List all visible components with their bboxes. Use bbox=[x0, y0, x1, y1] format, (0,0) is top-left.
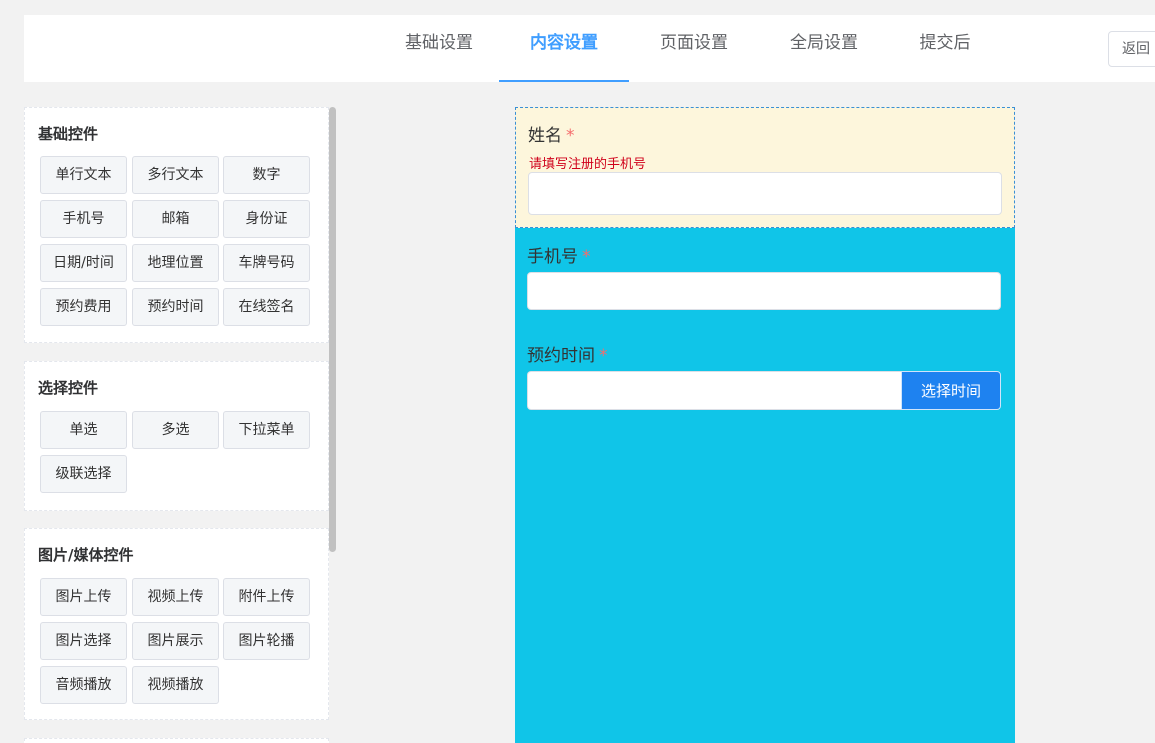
group-more-controls bbox=[24, 738, 329, 743]
control-location[interactable]: 地理位置 bbox=[132, 244, 219, 282]
control-single-line-text[interactable]: 单行文本 bbox=[40, 156, 127, 194]
control-email[interactable]: 邮箱 bbox=[132, 200, 219, 238]
control-id-card[interactable]: 身份证 bbox=[223, 200, 310, 238]
field-label-booking-time: 预约时间 * bbox=[527, 346, 608, 366]
group-title: 基础控件 bbox=[38, 125, 99, 143]
booking-time-row: 选择时间 bbox=[527, 371, 1001, 410]
tab-global-settings[interactable]: 全局设置 bbox=[769, 15, 879, 82]
control-number[interactable]: 数字 bbox=[223, 156, 310, 194]
selected-field-name[interactable]: 姓名 * 请填写注册的手机号 bbox=[515, 107, 1015, 228]
control-video-upload[interactable]: 视频上传 bbox=[132, 578, 219, 616]
control-online-signature[interactable]: 在线签名 bbox=[223, 288, 310, 326]
control-image-select[interactable]: 图片选择 bbox=[40, 622, 127, 660]
control-image-upload[interactable]: 图片上传 bbox=[40, 578, 127, 616]
field-hint: 请填写注册的手机号 bbox=[529, 157, 647, 172]
field-label: 姓名 * bbox=[528, 126, 575, 146]
back-button[interactable]: 返回 bbox=[1108, 31, 1155, 67]
tab-content-settings[interactable]: 内容设置 bbox=[499, 15, 629, 82]
field-label-phone: 手机号 * bbox=[527, 247, 591, 267]
control-attachment-upload[interactable]: 附件上传 bbox=[223, 578, 310, 616]
required-mark: * bbox=[599, 346, 608, 366]
control-dropdown[interactable]: 下拉菜单 bbox=[223, 411, 310, 449]
active-tab-indicator bbox=[499, 80, 629, 82]
group-title: 选择控件 bbox=[38, 379, 99, 397]
group-title: 图片/媒体控件 bbox=[38, 546, 134, 564]
control-palette[interactable]: 基础控件 单行文本 多行文本 数字 手机号 邮箱 身份证 日期/时间 地理位置 … bbox=[24, 107, 336, 743]
group-choice-controls: 选择控件 单选 多选 下拉菜单 级联选择 bbox=[24, 361, 329, 511]
tab-page-settings[interactable]: 页面设置 bbox=[639, 15, 749, 82]
name-input[interactable] bbox=[528, 172, 1002, 215]
control-booking-time[interactable]: 预约时间 bbox=[132, 288, 219, 326]
control-multi-line-text[interactable]: 多行文本 bbox=[132, 156, 219, 194]
control-image-display[interactable]: 图片展示 bbox=[132, 622, 219, 660]
top-header: 基础设置 内容设置 页面设置 全局设置 提交后 返回 bbox=[24, 15, 1155, 82]
required-mark: * bbox=[582, 247, 591, 267]
required-mark: * bbox=[566, 126, 575, 146]
tab-basic-settings[interactable]: 基础设置 bbox=[384, 15, 494, 82]
control-cascader[interactable]: 级联选择 bbox=[40, 455, 127, 493]
control-radio[interactable]: 单选 bbox=[40, 411, 127, 449]
control-video-play[interactable]: 视频播放 bbox=[132, 666, 219, 704]
control-image-carousel[interactable]: 图片轮播 bbox=[223, 622, 310, 660]
group-media-controls: 图片/媒体控件 图片上传 视频上传 附件上传 图片选择 图片展示 图片轮播 音频… bbox=[24, 528, 329, 720]
phone-input[interactable] bbox=[527, 272, 1001, 310]
control-license-plate[interactable]: 车牌号码 bbox=[223, 244, 310, 282]
control-date-time[interactable]: 日期/时间 bbox=[40, 244, 127, 282]
group-basic-controls: 基础控件 单行文本 多行文本 数字 手机号 邮箱 身份证 日期/时间 地理位置 … bbox=[24, 107, 329, 343]
form-preview-canvas: 姓名 * 请填写注册的手机号 手机号 * 预约时间 * 选择时间 bbox=[515, 107, 1015, 743]
control-booking-fee[interactable]: 预约费用 bbox=[40, 288, 127, 326]
booking-time-input[interactable] bbox=[527, 371, 901, 410]
select-time-button[interactable]: 选择时间 bbox=[901, 371, 1001, 410]
control-phone[interactable]: 手机号 bbox=[40, 200, 127, 238]
tab-after-submit[interactable]: 提交后 bbox=[899, 15, 991, 82]
settings-tabs: 基础设置 内容设置 页面设置 全局设置 提交后 bbox=[24, 15, 1155, 82]
control-checkbox[interactable]: 多选 bbox=[132, 411, 219, 449]
palette-scrollbar[interactable] bbox=[329, 107, 336, 552]
control-audio-play[interactable]: 音频播放 bbox=[40, 666, 127, 704]
